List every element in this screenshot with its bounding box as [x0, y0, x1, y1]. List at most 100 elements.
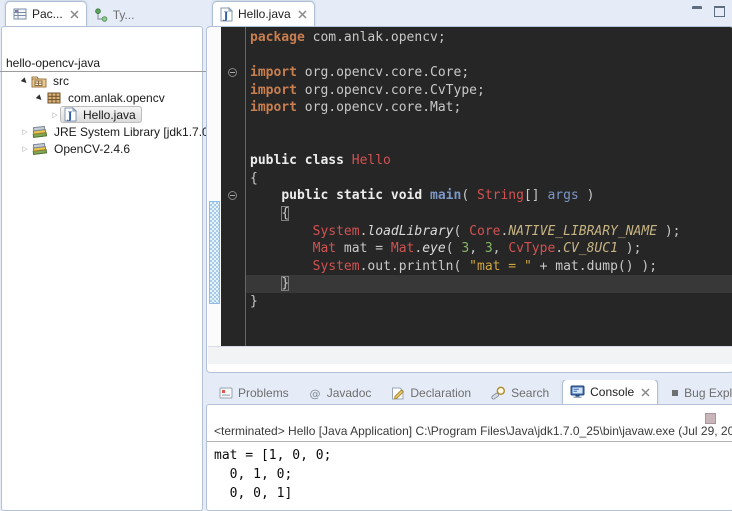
- fold-marker-icon[interactable]: [228, 68, 237, 77]
- console-output-line: 0, 1, 0;: [214, 465, 732, 484]
- library-icon: [31, 141, 48, 156]
- code-token: {: [281, 206, 289, 221]
- code-line[interactable]: System.loadLibrary( Core.NATIVE_LIBRARY_…: [246, 223, 732, 241]
- java-file-icon: J: [220, 7, 233, 22]
- svg-text:J: J: [223, 11, 229, 22]
- editor-content[interactable]: package com.anlak.opencv; import org.ope…: [208, 27, 732, 346]
- tree-item-label: JRE System Library [jdk1.7.0: [52, 125, 211, 139]
- console-tab-row: Problems @ Javadoc Declaration Search Console…: [212, 380, 732, 404]
- svg-text:J: J: [67, 111, 73, 122]
- code-token: [250, 224, 313, 239]
- close-icon[interactable]: [641, 388, 650, 397]
- bottom-tab-label: Console: [590, 385, 634, 399]
- code-token: .out.println(: [360, 259, 470, 274]
- code-token: 3: [485, 241, 493, 256]
- editor-tab-label: Hello.java: [238, 7, 291, 21]
- code-token: Core: [469, 224, 500, 239]
- tab-console[interactable]: Console: [562, 380, 658, 404]
- tab-problems[interactable]: Problems: [212, 382, 296, 404]
- bottom-tab-label: Bug Explorer: [684, 386, 732, 400]
- console-output-line: mat = [1, 0, 0;: [214, 446, 732, 465]
- code-line[interactable]: import org.opencv.core.CvType;: [246, 82, 732, 100]
- code-token: org.opencv.core.Mat;: [297, 100, 461, 115]
- code-token: public static void: [281, 188, 430, 203]
- type-hierarchy-icon: [94, 8, 108, 22]
- horizontal-scrollbar[interactable]: [208, 346, 732, 364]
- code-token: [250, 259, 313, 274]
- code-line[interactable]: [246, 135, 732, 153]
- tab-hello-java[interactable]: J Hello.java: [212, 1, 315, 26]
- bottom-tab-label: Javadoc: [327, 386, 372, 400]
- editor-panel: package com.anlak.opencv; import org.ope…: [206, 26, 732, 373]
- minimize-button[interactable]: [690, 6, 704, 17]
- code-token: import: [250, 65, 297, 80]
- code-token: Mat: [391, 241, 414, 256]
- code-line[interactable]: {: [246, 170, 732, 188]
- package-explorer-tab-row: Pac... Ty...: [5, 2, 141, 26]
- code-token: com.anlak.opencv;: [305, 30, 446, 45]
- tab-javadoc[interactable]: @ Javadoc: [302, 382, 379, 404]
- expand-arrow-icon[interactable]: ▷: [19, 128, 31, 136]
- console-header-divider: [207, 441, 732, 442]
- package-explorer-icon: [13, 7, 27, 21]
- code-line[interactable]: {: [246, 205, 732, 223]
- annotation-ruler[interactable]: [208, 27, 221, 346]
- code-line[interactable]: [246, 47, 732, 65]
- code-line[interactable]: public class Hello: [246, 152, 732, 170]
- expand-arrow-icon[interactable]: ▶: [34, 94, 46, 102]
- maximize-button[interactable]: [712, 6, 726, 17]
- code-line[interactable]: }: [246, 293, 732, 311]
- console-icon: [570, 385, 585, 399]
- code-token: {: [250, 171, 258, 186]
- tab-bug-explorer[interactable]: Bug Explorer: [664, 382, 732, 404]
- code-area[interactable]: package com.anlak.opencv; import org.ope…: [246, 27, 732, 346]
- code-token: "mat = ": [469, 259, 532, 274]
- console-process-header: <terminated> Hello [Java Application] C:…: [214, 424, 732, 438]
- code-token: );: [657, 224, 680, 239]
- console-output[interactable]: mat = [1, 0, 0; 0, 1, 0; 0, 0, 1]: [214, 446, 732, 510]
- fold-gutter[interactable]: [221, 27, 246, 346]
- problems-icon: [219, 387, 233, 399]
- code-token: + mat.dump() );: [532, 259, 657, 274]
- code-line[interactable]: package com.anlak.opencv;: [246, 29, 732, 47]
- fold-marker-icon[interactable]: [228, 191, 237, 200]
- code-token: (: [461, 188, 477, 203]
- code-token: 3: [461, 241, 469, 256]
- code-token: args: [547, 188, 578, 203]
- tab-search[interactable]: Search: [484, 382, 556, 404]
- code-line[interactable]: Mat mat = Mat.eye( 3, 3, CvType.CV_8UC1 …: [246, 240, 732, 258]
- code-token: org.opencv.core.Core;: [297, 65, 469, 80]
- code-token: import: [250, 83, 297, 98]
- console-output-line: 0, 0, 1]: [214, 484, 732, 503]
- code-token: [250, 188, 281, 203]
- close-icon[interactable]: [298, 10, 307, 19]
- tab-declaration[interactable]: Declaration: [384, 382, 478, 404]
- svg-text:@: @: [309, 387, 320, 400]
- search-icon: [491, 386, 506, 400]
- expand-arrow-icon[interactable]: ▶: [19, 77, 31, 85]
- terminate-button[interactable]: [705, 413, 716, 424]
- code-line[interactable]: }: [246, 275, 732, 293]
- bug-bullet-icon: [671, 389, 679, 397]
- code-line[interactable]: import org.opencv.core.Core;: [246, 64, 732, 82]
- code-token: eye: [422, 241, 445, 256]
- view-tab-ty-[interactable]: Ty...: [87, 4, 142, 26]
- code-token: (: [454, 224, 470, 239]
- code-line[interactable]: System.out.println( "mat = " + mat.dump(…: [246, 258, 732, 276]
- code-token: System: [313, 224, 360, 239]
- tree-item-label: hello-opencv-java: [4, 56, 102, 70]
- maximize-icon: [714, 6, 725, 17]
- code-token: main: [430, 188, 461, 203]
- close-icon[interactable]: [70, 10, 79, 19]
- javadoc-icon: @: [309, 387, 322, 400]
- view-tab-label: Ty...: [113, 8, 135, 22]
- code-line[interactable]: import org.opencv.core.Mat;: [246, 99, 732, 117]
- code-line[interactable]: public static void main( String[] args ): [246, 187, 732, 205]
- minimize-icon: [692, 6, 702, 12]
- code-token: }: [250, 294, 258, 309]
- expand-arrow-icon[interactable]: ▷: [19, 145, 31, 153]
- code-line[interactable]: [246, 117, 732, 135]
- src-folder-icon: [31, 74, 47, 88]
- view-tab-pac-[interactable]: Pac...: [5, 1, 87, 26]
- code-token: ,: [493, 241, 509, 256]
